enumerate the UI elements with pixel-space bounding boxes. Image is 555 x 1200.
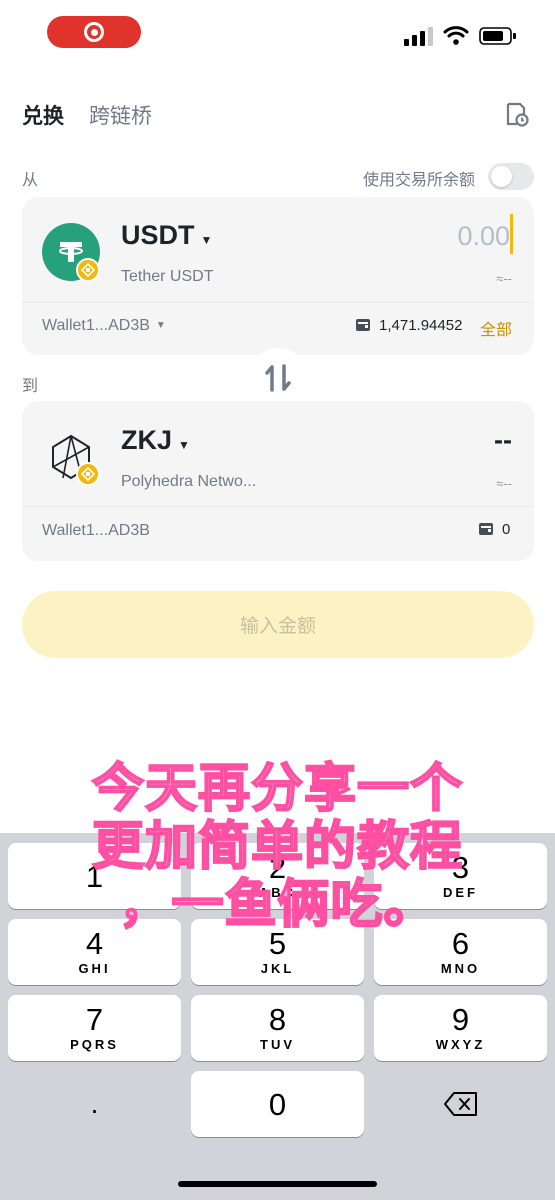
to-amount: -- [494, 425, 512, 455]
from-token-name: Tether USDT [121, 268, 214, 285]
home-indicator[interactable] [178, 1181, 377, 1187]
key-9[interactable]: 9 WXYZ [374, 995, 547, 1061]
from-fiat-value: ≈-- [496, 271, 512, 286]
screen-record-icon [84, 22, 104, 42]
key-8[interactable]: 8 TUV [191, 995, 364, 1061]
swap-arrows-icon [265, 364, 291, 392]
to-token-name: Polyhedra Netwo... [121, 473, 257, 490]
to-token-selector[interactable]: ZKJ ▼ [121, 425, 190, 456]
card-divider [22, 302, 534, 303]
caret-down-icon: ▼ [155, 320, 166, 332]
caret-down-icon: ▼ [178, 437, 190, 452]
tab-bridge[interactable]: 跨链桥 [89, 100, 152, 130]
use-exchange-balance-label: 使用交易所余额 [363, 172, 476, 189]
backspace-icon [443, 1092, 477, 1116]
from-wallet-selector[interactable]: Wallet1...AD3B ▼ [42, 317, 166, 335]
swap-direction-button[interactable] [248, 348, 308, 408]
text-cursor [510, 214, 513, 254]
signal-icon [404, 27, 433, 46]
tab-swap[interactable]: 兑换 [22, 100, 64, 130]
from-balance: 1,471.94452 [379, 317, 463, 334]
history-icon[interactable] [505, 101, 529, 127]
video-caption-overlay: 今天再分享一个 更加简单的教程 ，一鱼俩吃。 [91, 759, 463, 935]
to-token-symbol: ZKJ [121, 425, 173, 455]
caret-down-icon: ▼ [200, 232, 213, 247]
bnb-chain-icon [76, 258, 100, 282]
wallet-icon [479, 523, 493, 535]
screen-record-indicator[interactable] [47, 16, 141, 48]
key-0[interactable]: 0 [191, 1071, 364, 1137]
from-wallet-label: Wallet1...AD3B [42, 317, 150, 334]
key-decimal[interactable]: . [8, 1071, 181, 1137]
to-fiat-value: ≈-- [496, 476, 512, 491]
to-label: 到 [22, 378, 39, 395]
max-button[interactable]: 全部 [480, 316, 512, 340]
wallet-icon [356, 319, 370, 331]
from-token-selector[interactable]: USDT ▼ [121, 220, 212, 251]
from-label: 从 [22, 172, 39, 189]
wifi-icon [443, 26, 469, 45]
to-wallet-label: Wallet1...AD3B [42, 522, 150, 539]
use-exchange-balance-toggle[interactable] [488, 163, 534, 190]
to-balance: 0 [502, 521, 511, 538]
card-divider [22, 506, 534, 507]
delete-key[interactable] [374, 1071, 547, 1137]
key-7[interactable]: 7 PQRS [8, 995, 181, 1061]
from-token-symbol: USDT [121, 220, 195, 250]
from-amount-input[interactable]: 0.00 [380, 221, 510, 252]
bnb-chain-icon [76, 462, 100, 486]
enter-amount-button[interactable]: 输入金额 [22, 591, 534, 658]
battery-icon [479, 27, 516, 45]
